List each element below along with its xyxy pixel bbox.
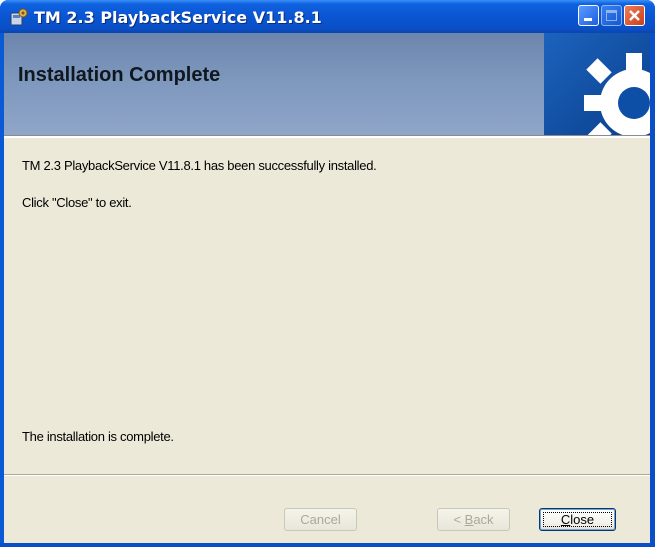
status-message: The installation is complete. (22, 429, 174, 444)
minimize-icon (584, 18, 592, 21)
back-label-rest: ack (473, 512, 494, 527)
cancel-button: Cancel (284, 508, 357, 531)
back-prefix: < (453, 512, 465, 527)
gear-icon (544, 33, 650, 135)
cancel-label: Cancel (300, 512, 341, 527)
dialog-client-area: Installation Complete TM 2.3 PlaybackSer… (4, 33, 650, 543)
close-button[interactable]: Close (539, 508, 616, 531)
close-window-button[interactable] (624, 5, 645, 26)
window-frame-bottom (0, 543, 655, 547)
button-separator (4, 474, 650, 476)
page-title: Installation Complete (18, 64, 221, 86)
instruction-message: Click "Close" to exit. (22, 195, 132, 210)
close-icon (629, 10, 640, 21)
banner-divider (4, 135, 650, 138)
window-title: TM 2.3 PlaybackService V11.8.1 (34, 8, 322, 27)
focus-ring (543, 512, 612, 527)
maximize-button (601, 5, 622, 26)
window-frame-right (650, 33, 655, 547)
back-button: < Back (437, 508, 510, 531)
maximize-icon (606, 10, 617, 21)
title-bar[interactable]: TM 2.3 PlaybackService V11.8.1 (0, 0, 655, 33)
minimize-button[interactable] (578, 5, 599, 26)
header-banner: Installation Complete (4, 33, 650, 135)
installer-icon (10, 8, 28, 26)
success-message: TM 2.3 PlaybackService V11.8.1 has been … (22, 158, 377, 173)
installer-window: TM 2.3 PlaybackService V11.8.1 Installat… (0, 0, 655, 547)
